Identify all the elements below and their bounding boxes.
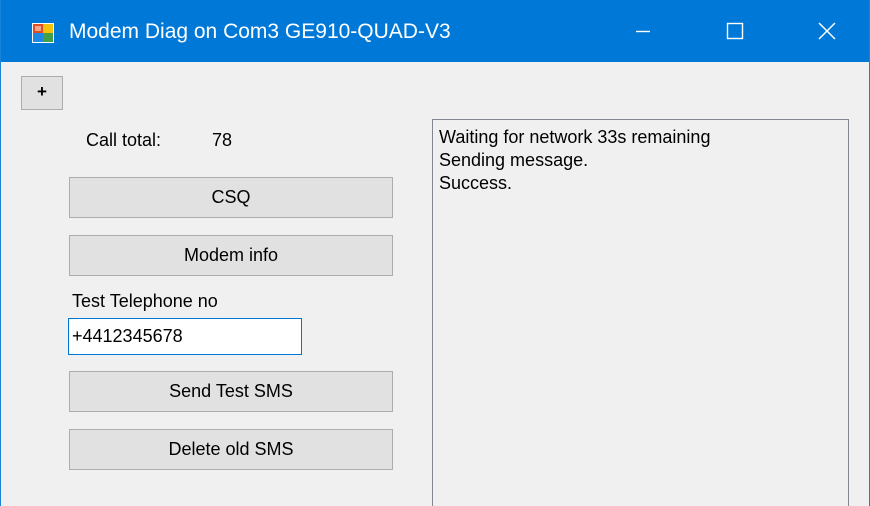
send-test-sms-button[interactable]: Send Test SMS — [69, 371, 393, 412]
maximize-icon — [726, 22, 744, 40]
call-total-value: 78 — [212, 130, 233, 150]
app-icon — [32, 23, 54, 43]
call-total-label: Call total: — [86, 130, 162, 150]
minimize-icon — [636, 30, 650, 33]
maximize-button[interactable] — [689, 0, 781, 62]
title-bar[interactable]: Modem Diag on Com3 GE910-QUAD-V3 — [1, 0, 869, 62]
delete-old-sms-button[interactable]: Delete old SMS — [69, 429, 393, 470]
csq-button[interactable]: CSQ — [69, 177, 393, 218]
test-telephone-input[interactable] — [68, 318, 302, 355]
close-button[interactable] — [781, 0, 869, 62]
log-line: Sending message. — [439, 150, 589, 170]
log-output[interactable]: Waiting for network 33s remaining Sendin… — [432, 119, 849, 506]
close-icon — [818, 22, 836, 40]
modem-info-button[interactable]: Modem info — [69, 235, 393, 276]
log-line: Waiting for network 33s remaining — [439, 127, 711, 147]
window-title: Modem Diag on Com3 GE910-QUAD-V3 — [69, 20, 451, 43]
log-line: Success. — [439, 173, 513, 193]
add-button[interactable]: + — [21, 76, 63, 110]
modem-diag-window: Modem Diag on Com3 GE910-QUAD-V3 + Call … — [0, 0, 870, 506]
minimize-button[interactable] — [597, 0, 689, 62]
test-telephone-label: Test Telephone no — [72, 291, 218, 311]
